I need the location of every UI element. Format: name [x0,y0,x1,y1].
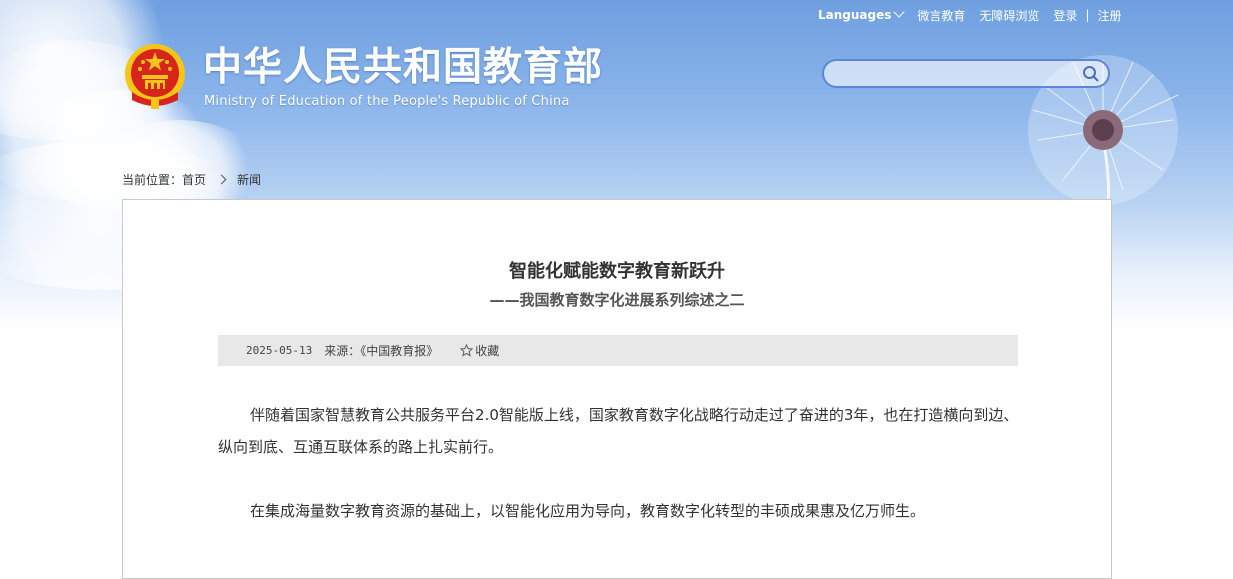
chevron-right-icon [216,174,227,185]
top-links: Languages 微言教育 无障碍浏览 登录 | 注册 [818,6,1122,24]
breadcrumb-label: 当前位置： [122,173,183,187]
national-emblem-icon[interactable] [124,42,186,110]
site-subtitle: Ministry of Education of the People's Re… [204,94,570,109]
languages-label: Languages [818,8,892,22]
article-title: 智能化赋能数字教育新跃升 [509,261,725,282]
search-icon[interactable] [1082,65,1100,83]
link-accessibility[interactable]: 无障碍浏览 [979,7,1039,24]
favorite-label: 收藏 [475,344,500,358]
breadcrumb-current[interactable]: 新闻 [237,171,261,188]
link-weiyan[interactable]: 微言教育 [917,7,965,24]
article-panel: 智能化赋能数字教育新跃升 ——我国教育数字化进展系列综述之二 2025-05-1… [122,199,1112,579]
article-date: 2025-05-13 [246,344,313,357]
article-source: 来源：《中国教育报》 [324,344,439,358]
search-input[interactable] [836,65,1080,85]
star-icon [460,344,474,357]
link-login[interactable]: 登录 [1053,7,1077,24]
breadcrumb: 当前位置： 首页 新闻 [122,171,261,188]
article-subtitle: ——我国教育数字化进展系列综述之二 [489,291,745,309]
favorite-button[interactable]: 收藏 [460,342,499,359]
article-paragraph: 伴随着国家智慧教育公共服务平台2.0智能版上线，国家教育数字化战略行动走过了奋进… [218,406,1019,456]
top-link-divider: | [1085,8,1090,22]
languages-menu[interactable]: Languages [818,6,906,22]
article-paragraph: 在集成海量数字教育资源的基础上，以智能化应用为导向，教育数字化转型的丰硕成果惠及… [250,502,926,520]
link-register[interactable]: 注册 [1097,7,1121,24]
site-title[interactable]: 中华人民共和国教育部 [203,46,603,90]
article-meta-bar: 2025-05-13 来源：《中国教育报》 收藏 [218,335,1018,366]
breadcrumb-home[interactable]: 首页 [182,171,206,188]
search-box [822,59,1110,88]
chevron-down-icon [893,6,906,18]
